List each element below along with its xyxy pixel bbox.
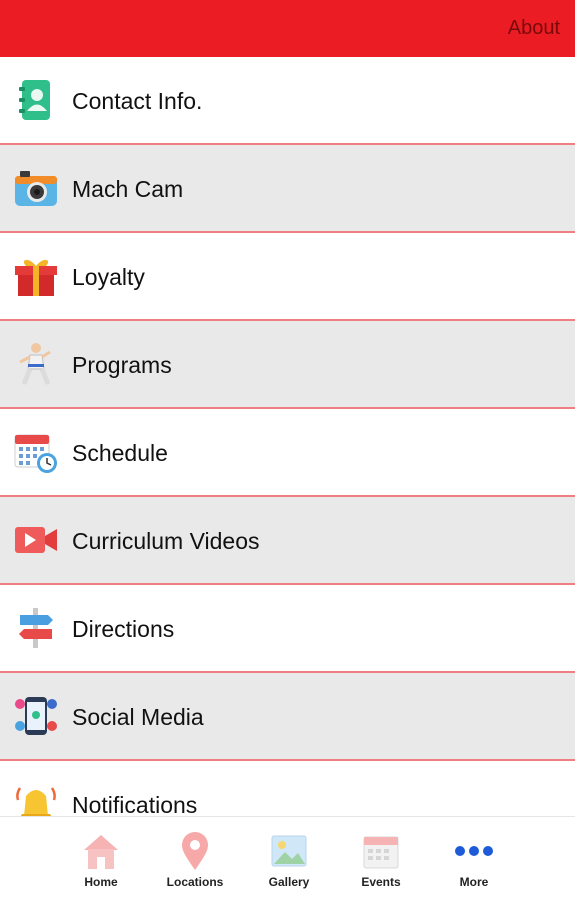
menu-item-label: Loyalty xyxy=(72,264,145,290)
menu-item-social-media[interactable]: Social Media xyxy=(0,673,575,761)
menu-item-label: Schedule xyxy=(72,440,168,466)
signpost-icon xyxy=(14,606,58,650)
tab-label: Locations xyxy=(166,875,224,889)
gift-icon xyxy=(14,254,58,298)
about-link[interactable]: About xyxy=(508,17,560,40)
menu-item-mach-cam[interactable]: Mach Cam xyxy=(0,145,575,233)
app-header: About xyxy=(0,0,575,57)
menu-item-programs[interactable]: Programs xyxy=(0,321,575,409)
menu-item-label: Notifications xyxy=(72,792,198,818)
bottom-tab-bar: Home Locations Gallery Events More xyxy=(0,816,575,901)
camera-icon xyxy=(14,166,58,210)
menu-item-label: Mach Cam xyxy=(72,176,184,202)
home-icon xyxy=(80,831,122,871)
menu-item-label: Directions xyxy=(72,616,175,642)
menu-list: Contact Info. Mach Cam Loyalty Programs … xyxy=(0,57,575,820)
tab-label: Events xyxy=(361,875,401,889)
tab-gallery[interactable]: Gallery xyxy=(249,817,329,901)
tab-label: Home xyxy=(84,875,118,889)
tab-home[interactable]: Home xyxy=(61,817,141,901)
menu-item-loyalty[interactable]: Loyalty xyxy=(0,233,575,321)
gallery-icon xyxy=(270,831,308,871)
menu-item-label: Curriculum Videos xyxy=(72,528,260,554)
contact-book-icon xyxy=(14,78,58,122)
location-pin-icon xyxy=(180,831,210,871)
calendar-clock-icon xyxy=(14,430,58,474)
tab-label: More xyxy=(459,875,489,889)
tab-events[interactable]: Events xyxy=(341,817,421,901)
menu-item-schedule[interactable]: Schedule xyxy=(0,409,575,497)
calendar-icon xyxy=(362,831,400,871)
menu-item-contact-info[interactable]: Contact Info. xyxy=(0,57,575,145)
tab-more[interactable]: More xyxy=(434,817,514,901)
menu-item-label: Social Media xyxy=(72,704,204,730)
menu-item-label: Contact Info. xyxy=(72,88,203,114)
menu-item-curriculum-videos[interactable]: Curriculum Videos xyxy=(0,497,575,585)
tab-label: Gallery xyxy=(268,875,310,889)
tab-locations[interactable]: Locations xyxy=(155,817,235,901)
more-dots-icon xyxy=(454,831,494,871)
karate-figure-icon xyxy=(14,342,58,386)
menu-item-directions[interactable]: Directions xyxy=(0,585,575,673)
video-camera-icon xyxy=(14,518,58,562)
menu-item-label: Programs xyxy=(72,352,172,378)
social-phone-icon xyxy=(14,694,58,738)
menu-item-notifications[interactable]: Notifications xyxy=(0,761,575,820)
